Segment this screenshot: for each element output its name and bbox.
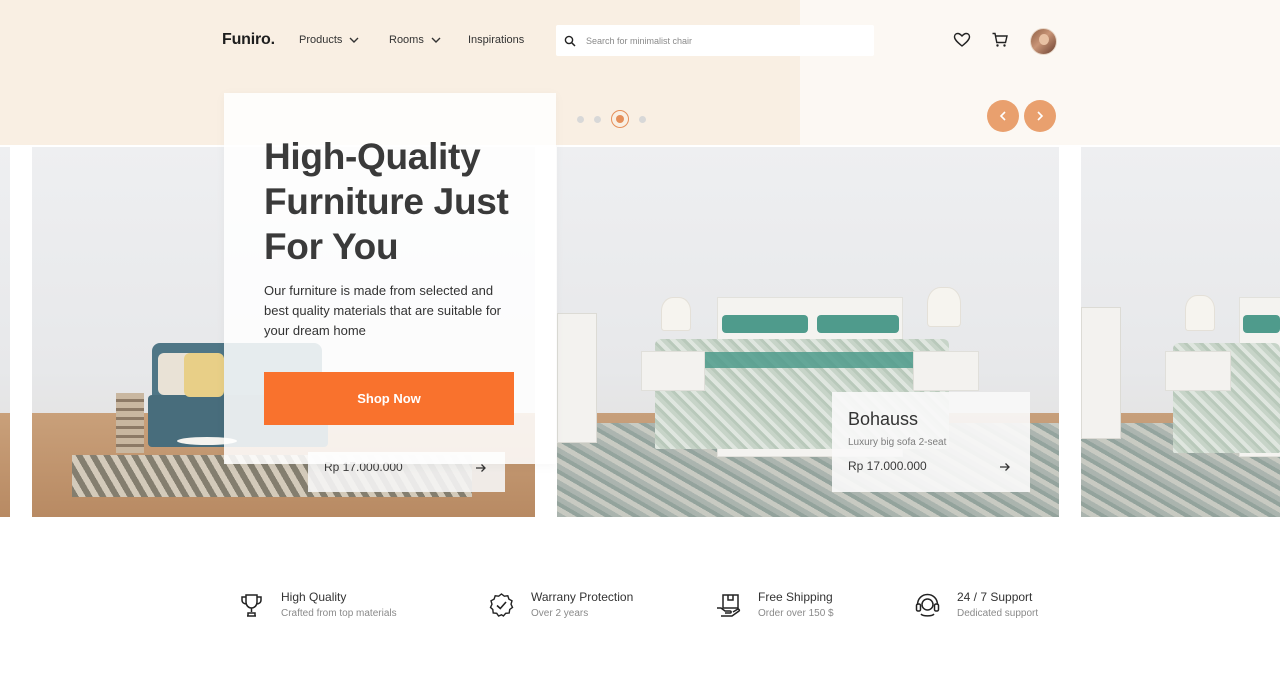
slide-image-bedroom-next[interactable]	[1081, 147, 1280, 517]
chevron-down-icon	[349, 37, 359, 43]
product-name: Bohauss	[848, 409, 919, 429]
user-avatar[interactable]	[1030, 28, 1057, 55]
nav-products[interactable]: Products	[299, 34, 360, 46]
arrow-right-icon[interactable]	[999, 461, 1011, 473]
feature-warranty: Warrany Protection Over 2 years	[488, 590, 633, 619]
product-subtitle: Luxury big sofa 2-seat	[848, 437, 947, 448]
feature-title: 24 / 7 Support	[957, 590, 1033, 604]
heart-icon[interactable]	[953, 31, 971, 49]
nav-inspirations[interactable]: Inspirations	[468, 34, 524, 46]
feature-free-shipping: Free Shipping Order over 150 $	[715, 590, 834, 619]
carousel-next-button[interactable]	[1024, 100, 1056, 132]
chevron-down-icon	[431, 37, 441, 43]
chevron-left-icon	[999, 111, 1006, 121]
search-icon[interactable]	[564, 35, 576, 47]
feature-support: 24 / 7 Support Dedicated support	[914, 590, 1038, 619]
carousel-dot[interactable]	[577, 115, 584, 123]
carousel-dot[interactable]	[594, 115, 601, 123]
feature-title: Warrany Protection	[531, 590, 634, 604]
product-card-bohauss[interactable]: Bohauss Luxury big sofa 2-seat Rp 17.000…	[832, 392, 1030, 492]
headset-icon	[915, 593, 940, 617]
shipping-box-icon	[717, 594, 741, 617]
shop-now-button[interactable]: Shop Now	[264, 372, 514, 425]
search-bar	[556, 25, 874, 56]
cart-icon[interactable]	[991, 31, 1009, 49]
chevron-right-icon	[1037, 111, 1044, 121]
nav-rooms[interactable]: Rooms	[389, 34, 442, 46]
carousel-dot-active[interactable]	[611, 110, 629, 128]
hero-description: Our furniture is made from selected and …	[264, 283, 502, 338]
feature-subtitle: Dedicated support	[957, 608, 1039, 619]
feature-title: High Quality	[281, 590, 347, 604]
trophy-icon	[241, 594, 262, 617]
carousel-dots	[577, 110, 646, 128]
carousel-prev-button[interactable]	[987, 100, 1019, 132]
logo[interactable]: Funiro.	[222, 31, 275, 49]
slide-image-edge-left	[0, 147, 10, 517]
nav-products-label: Products	[299, 34, 343, 46]
nav-inspirations-label: Inspirations	[468, 34, 525, 46]
check-badge-icon	[489, 593, 514, 617]
hero-title: High-Quality Furniture Just For You	[264, 136, 509, 267]
feature-high-quality: High Quality Crafted from top materials	[238, 590, 397, 619]
carousel-dot[interactable]	[639, 115, 646, 123]
feature-title: Free Shipping	[758, 590, 833, 604]
feature-subtitle: Crafted from top materials	[281, 608, 397, 619]
nav-rooms-label: Rooms	[389, 34, 424, 46]
site-header: Funiro. Products Rooms Inspirations	[0, 0, 1280, 82]
product-price: Rp 17.000.000	[848, 459, 927, 473]
feature-subtitle: Over 2 years	[531, 608, 589, 619]
feature-subtitle: Order over 150 $	[758, 608, 834, 619]
search-input[interactable]	[586, 35, 846, 46]
